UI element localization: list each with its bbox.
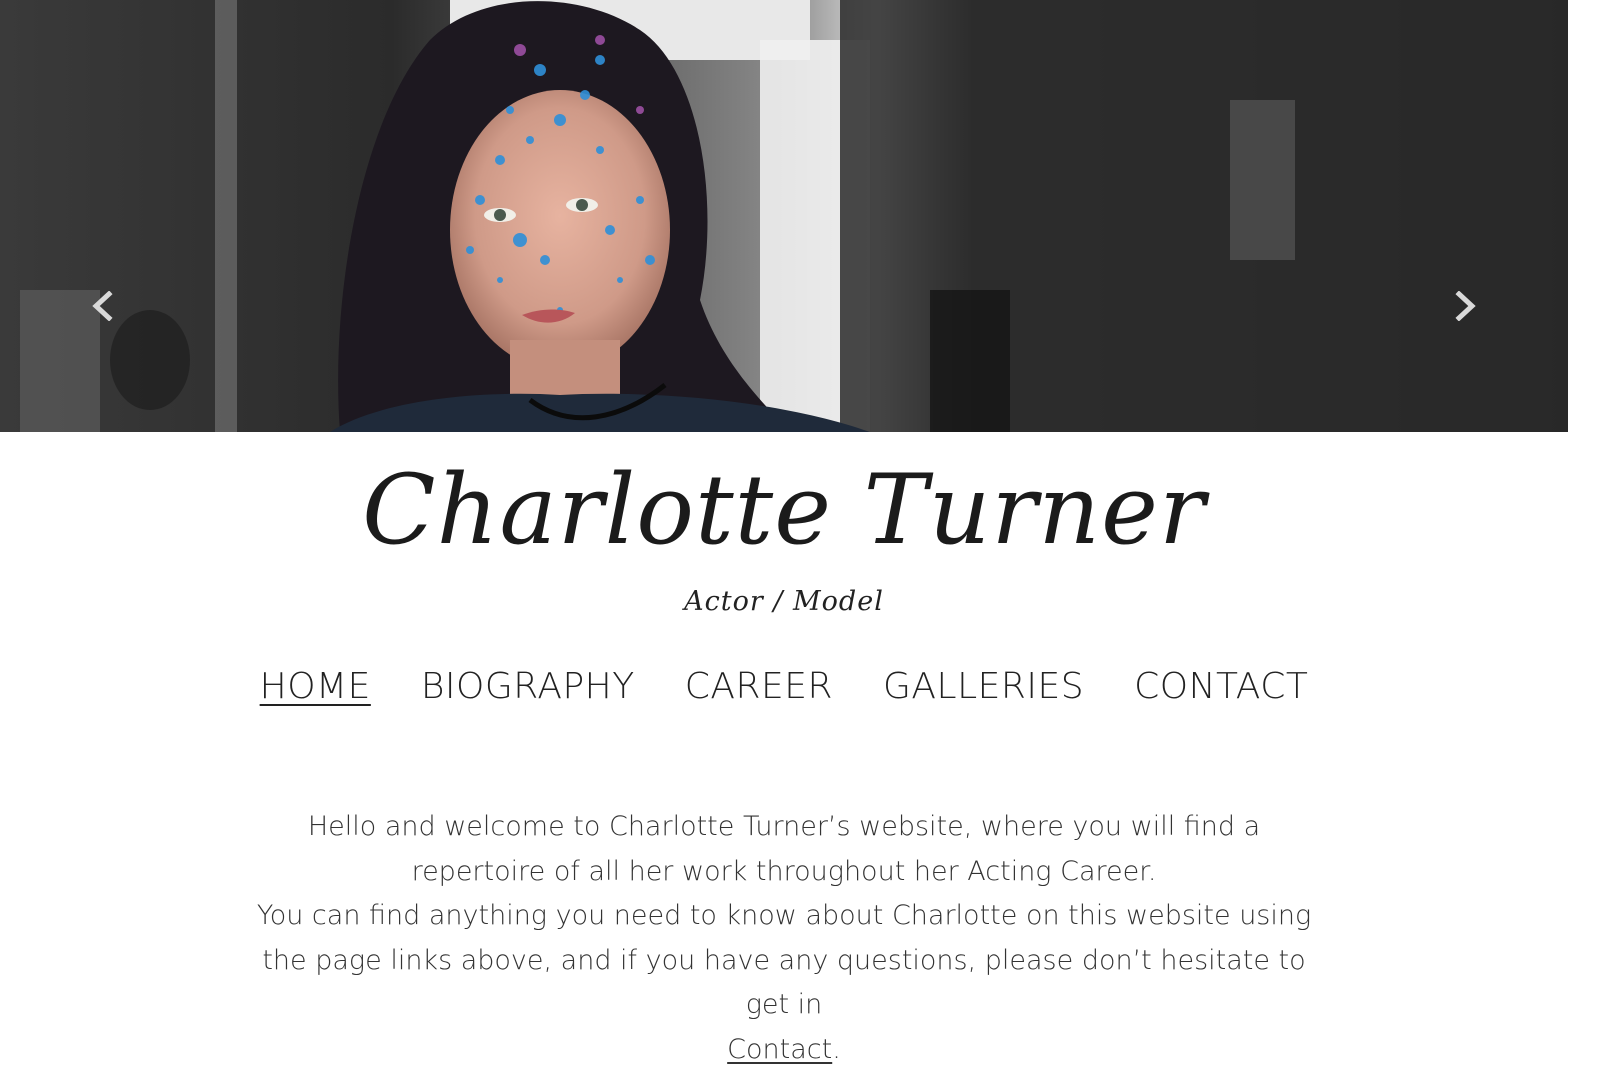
nav-item-contact[interactable]: CONTACT (1134, 660, 1308, 714)
contact-link[interactable]: Contact (727, 1034, 832, 1065)
nav-item-galleries[interactable]: GALLERIES (883, 660, 1084, 714)
page: Charlotte Turner Actor / Model HOME BIOG… (0, 0, 1602, 1073)
welcome-text: Hello and welcome to Charlotte Turner’s … (250, 805, 1318, 1072)
welcome-paragraph-2-text: You can find anything you need to know a… (256, 900, 1312, 1020)
carousel-next-button[interactable] (1448, 289, 1484, 326)
nav-item-home[interactable]: HOME (260, 660, 371, 714)
carousel-prev-button[interactable] (84, 289, 120, 326)
main-nav: HOME BIOGRAPHY CAREER GALLERIES CONTACT (0, 660, 1568, 714)
nav-item-biography[interactable]: BIOGRAPHY (421, 660, 635, 714)
welcome-trailing: . (832, 1033, 841, 1065)
site-subtitle: Actor / Model (684, 586, 884, 617)
welcome-paragraph-2: You can find anything you need to know a… (250, 894, 1318, 1072)
hero-photo (0, 0, 1568, 432)
hero-carousel (0, 0, 1568, 432)
chevron-left-icon (89, 289, 115, 326)
site-title: Charlotte Turner (362, 454, 1206, 566)
chevron-right-icon (1453, 289, 1479, 326)
welcome-paragraph-1: Hello and welcome to Charlotte Turner’s … (307, 811, 1261, 887)
nav-item-career[interactable]: CAREER (685, 660, 833, 714)
